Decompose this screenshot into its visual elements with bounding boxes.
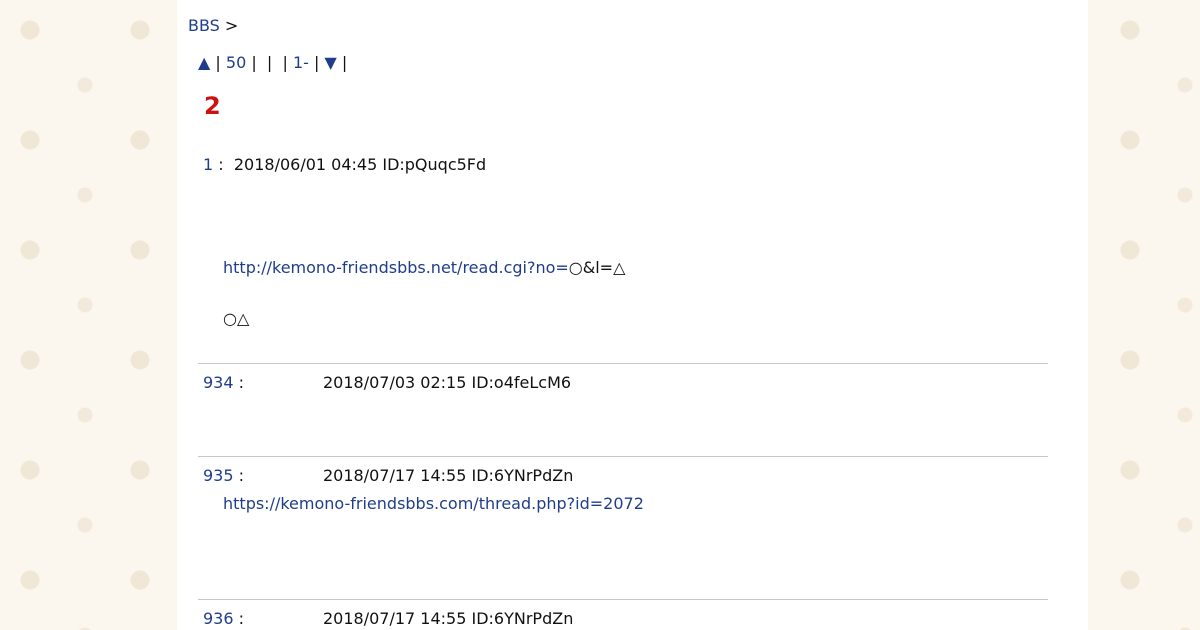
thread-title: 2: [204, 92, 221, 120]
nav-last50-link[interactable]: 50: [226, 53, 246, 72]
nav-separator: |: [266, 53, 273, 72]
post-body-url-link[interactable]: http://kemono-friendsbbs.net/read.cgi?no…: [223, 258, 569, 277]
thread-content: BBS > ▲ | 50 | | | 1- | ▼ | 2 1 : 2018/0…: [177, 0, 1088, 630]
post-date-id: 2018/07/03 02:15 ID:o4feLcM6: [323, 373, 572, 392]
post-number-link[interactable]: 935: [203, 466, 234, 485]
post-divider: [198, 363, 1048, 364]
post-date-id: 2018/07/17 14:55 ID:6YNrPdZn: [323, 609, 574, 628]
post-body-line: https://kemono-friendsbbs.com/thread.php…: [223, 494, 644, 513]
post-number-link[interactable]: 936: [203, 609, 234, 628]
post-divider: [198, 599, 1048, 600]
post-number-link[interactable]: 1: [203, 155, 213, 174]
thread-nav: ▲ | 50 | | | 1- | ▼ |: [198, 53, 347, 72]
post-body-url-suffix: ○&l=△: [568, 258, 626, 277]
nav-bottom-arrow-icon[interactable]: ▼: [324, 53, 336, 72]
post-colon: :: [238, 466, 245, 485]
post-body-line: http://kemono-friendsbbs.net/read.cgi?no…: [223, 258, 625, 277]
post-colon: :: [238, 373, 245, 392]
post-date-id: 2018/06/01 04:45 ID:pQuqc5Fd: [233, 155, 487, 174]
nav-separator: |: [282, 53, 288, 72]
post-header: 936 :: [203, 609, 244, 628]
post-date-id: 2018/07/17 14:55 ID:6YNrPdZn: [323, 466, 574, 485]
post-body-text: ○△: [223, 309, 250, 328]
post-number-link[interactable]: 934: [203, 373, 234, 392]
nav-range-link[interactable]: 1-: [293, 53, 309, 72]
breadcrumb-bbs-link[interactable]: BBS: [188, 16, 220, 35]
nav-separator: |: [251, 53, 257, 72]
post-body-url-link[interactable]: https://kemono-friendsbbs.com/thread.php…: [223, 494, 644, 513]
post-colon: :: [238, 609, 245, 628]
breadcrumb: BBS >: [188, 16, 238, 35]
post-header: 935 :: [203, 466, 244, 485]
post-divider: [198, 456, 1048, 457]
breadcrumb-separator: >: [224, 16, 239, 35]
nav-separator: |: [341, 53, 348, 72]
nav-top-arrow-icon[interactable]: ▲: [198, 53, 210, 72]
nav-separator: |: [215, 53, 221, 72]
post-colon: :: [218, 155, 224, 174]
nav-separator: |: [314, 53, 320, 72]
post-header: 1 : 2018/06/01 04:45 ID:pQuqc5Fd: [203, 155, 486, 174]
post-header: 934 :: [203, 373, 244, 392]
